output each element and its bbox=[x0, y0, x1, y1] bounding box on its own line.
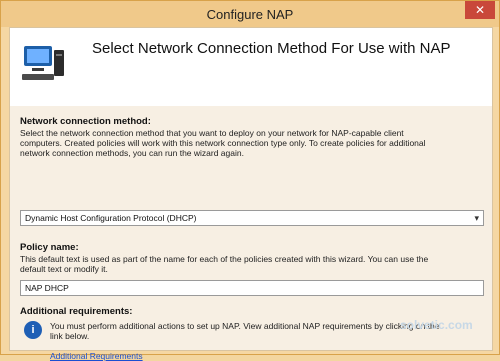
additional-desc-2: link below. bbox=[50, 331, 90, 341]
policy-name-desc-1: This default text is used as part of the… bbox=[20, 254, 429, 264]
wizard-heading: Select Network Connection Method For Use… bbox=[92, 40, 451, 57]
window-title: Configure NAP bbox=[206, 7, 294, 22]
policy-name-label: Policy name: bbox=[20, 242, 79, 253]
wizard-header: Select Network Connection Method For Use… bbox=[10, 28, 492, 107]
network-method-label: Network connection method: bbox=[20, 116, 151, 127]
watermark-text: solvetic.com bbox=[400, 318, 473, 332]
computer-network-icon bbox=[18, 40, 68, 86]
additional-requirements-link[interactable]: Additional Requirements bbox=[50, 351, 143, 361]
close-button[interactable]: ✕ bbox=[465, 1, 495, 19]
network-method-desc-1: Select the network connection method tha… bbox=[20, 128, 404, 138]
dialog-content: Select Network Connection Method For Use… bbox=[9, 27, 493, 361]
network-method-desc-2: computers. Created policies will work wi… bbox=[20, 138, 426, 148]
network-method-selected: Dynamic Host Configuration Protocol (DHC… bbox=[25, 213, 197, 223]
policy-name-desc-2: default text or modify it. bbox=[20, 264, 108, 274]
policy-name-input[interactable]: NAP DHCP bbox=[20, 280, 484, 296]
chevron-down-icon: ▾ bbox=[474, 213, 479, 223]
network-method-select[interactable]: Dynamic Host Configuration Protocol (DHC… bbox=[20, 210, 484, 226]
network-method-desc-3: network connection methods, you can run … bbox=[20, 148, 244, 158]
policy-name-value: NAP DHCP bbox=[25, 283, 69, 293]
wizard-body: Network connection method: Select the ne… bbox=[10, 106, 492, 361]
info-icon: i bbox=[24, 321, 42, 339]
title-bar: Configure NAP ✕ bbox=[1, 1, 499, 27]
configure-nap-window: Configure NAP ✕ Select Network Connectio… bbox=[0, 0, 500, 361]
close-icon: ✕ bbox=[474, 3, 486, 17]
additional-requirements-label: Additional requirements: bbox=[20, 306, 133, 317]
